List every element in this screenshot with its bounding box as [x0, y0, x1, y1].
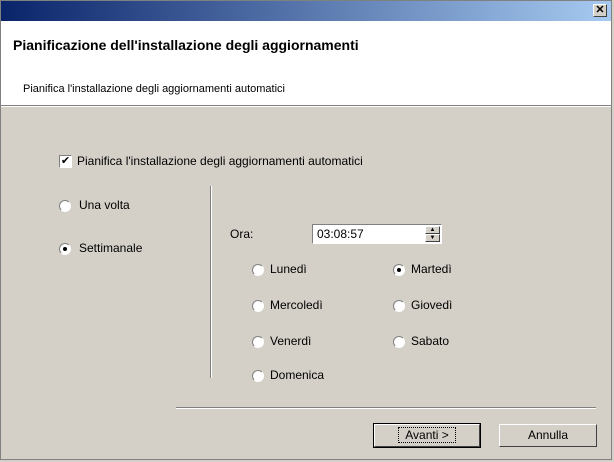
schedule-checkbox-label: Pianifica l'installazione degli aggiorna…: [77, 154, 363, 168]
next-button-label: Avanti >: [398, 427, 456, 443]
friday-radio[interactable]: [252, 336, 264, 348]
cancel-button-label: Annulla: [527, 428, 569, 442]
cancel-button[interactable]: Annulla: [499, 424, 597, 447]
title-bar: ✕: [1, 1, 611, 21]
schedule-checkbox[interactable]: ✔: [59, 155, 72, 168]
tuesday-label: Martedì: [411, 262, 452, 276]
weekly-radio-label: Settimanale: [79, 241, 143, 255]
wednesday-radio[interactable]: [252, 300, 264, 312]
thursday-radio[interactable]: [393, 300, 405, 312]
header-divider: [1, 105, 611, 107]
monday-radio[interactable]: [252, 264, 264, 276]
wizard-header: Pianificazione dell'installazione degli …: [1, 21, 611, 105]
thursday-label: Giovedì: [411, 298, 453, 312]
next-button[interactable]: Avanti >: [373, 423, 481, 448]
once-radio[interactable]: [59, 200, 71, 212]
wednesday-label: Mercoledì: [270, 298, 323, 312]
time-label: Ora:: [230, 227, 254, 241]
time-spinner[interactable]: ▲ ▼: [425, 226, 440, 242]
sunday-label: Domenica: [270, 368, 325, 382]
footer-divider: [176, 407, 596, 409]
friday-label: Venerdì: [270, 334, 312, 348]
tuesday-radio[interactable]: [393, 264, 405, 276]
once-radio-label: Una volta: [79, 198, 130, 212]
time-value: 03:08:57: [317, 227, 364, 241]
vertical-divider: [210, 186, 212, 378]
weekly-radio[interactable]: [59, 243, 71, 255]
wizard-window: ✕ Pianificazione dell'installazione degl…: [0, 0, 612, 460]
page-subtitle: Pianifica l'installazione degli aggiorna…: [23, 83, 285, 95]
spin-up-icon[interactable]: ▲: [425, 226, 440, 234]
saturday-radio[interactable]: [393, 336, 405, 348]
saturday-label: Sabato: [411, 334, 450, 348]
spin-down-icon[interactable]: ▼: [425, 234, 440, 242]
time-field[interactable]: 03:08:57 ▲ ▼: [312, 224, 442, 244]
sunday-radio[interactable]: [252, 370, 264, 382]
close-icon[interactable]: ✕: [593, 4, 607, 17]
page-title: Pianificazione dell'installazione degli …: [13, 37, 359, 53]
monday-label: Lunedì: [270, 262, 307, 276]
